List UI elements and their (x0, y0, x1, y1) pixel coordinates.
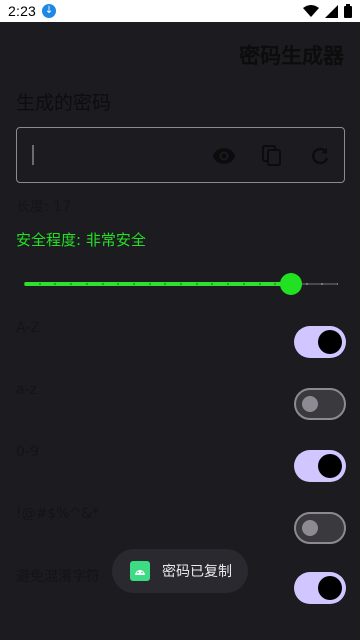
switch-knob (302, 520, 318, 536)
slider-tick (180, 283, 182, 285)
switch-knob (318, 454, 342, 478)
option-row: a-z (16, 382, 346, 420)
option-label: A-Z (16, 320, 40, 336)
wifi-icon (303, 4, 319, 17)
password-field[interactable] (16, 127, 345, 183)
signal-icon (325, 4, 338, 18)
option-row: !@#$%^&* (16, 506, 346, 544)
option-label: a-z (16, 382, 37, 398)
slider-tick (306, 283, 308, 285)
status-icons (303, 4, 352, 18)
copy-icon[interactable] (258, 142, 286, 170)
slider-tick (196, 283, 198, 285)
option-label: !@#$%^&* (16, 506, 100, 522)
option-label: 避免混淆字符 (16, 569, 100, 585)
safety-level: 安全程度: 非常安全 (16, 231, 146, 249)
android-icon (130, 561, 150, 581)
option-row: 0-9 (16, 444, 346, 482)
slider-tick (24, 283, 25, 285)
slider-tick (274, 283, 276, 285)
slider-tick (102, 283, 104, 285)
option-switch[interactable] (294, 388, 346, 420)
download-arrow-icon: ↓ (42, 4, 57, 18)
status-bar: 2:23 ↓ (0, 0, 360, 22)
option-switch[interactable] (294, 450, 346, 482)
option-label: 0-9 (16, 444, 39, 460)
slider-tick (133, 283, 135, 285)
status-time: 2:23 (8, 3, 37, 19)
slider-tick (117, 283, 119, 285)
switch-knob (318, 576, 342, 600)
slider-tick (259, 283, 261, 285)
length-slider[interactable] (24, 272, 338, 296)
slider-tick (211, 283, 213, 285)
slider-tick (164, 283, 166, 285)
toast-message: 密码已复制 (162, 564, 232, 580)
slider-tick (243, 283, 245, 285)
option-row: A-Z (16, 320, 346, 358)
battery-icon (344, 4, 352, 18)
switch-knob (318, 330, 342, 354)
text-cursor (32, 145, 34, 165)
toast: 密码已复制 (112, 549, 248, 593)
visibility-icon[interactable] (210, 142, 238, 170)
length-label: 长度: 17 (16, 199, 71, 215)
option-switch[interactable] (294, 512, 346, 544)
slider-tick (39, 283, 41, 285)
app-title: 密码生成器 (239, 44, 344, 68)
slider-tick (149, 283, 151, 285)
slider-tick (321, 283, 323, 285)
section-title: 生成的密码 (16, 92, 112, 114)
slider-tick (54, 283, 56, 285)
slider-tick (337, 283, 338, 285)
slider-tick (70, 283, 72, 285)
option-switch[interactable] (294, 326, 346, 358)
slider-tick (86, 283, 88, 285)
switch-knob (302, 396, 318, 412)
option-switch[interactable] (294, 572, 346, 604)
slider-thumb[interactable] (280, 273, 302, 295)
refresh-icon[interactable] (306, 142, 334, 170)
slider-tick (227, 283, 229, 285)
